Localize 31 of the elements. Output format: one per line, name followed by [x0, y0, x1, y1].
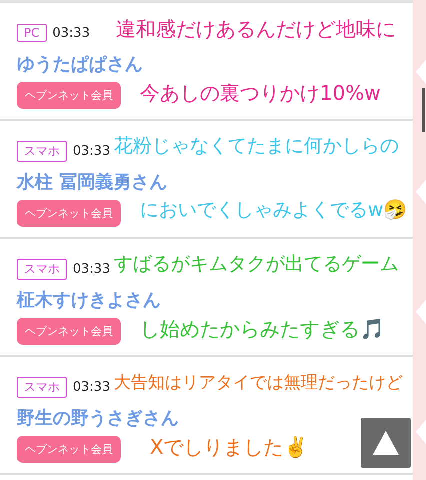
caption-text: 大告知はリアタイでは無理だったけど	[114, 373, 403, 394]
user-name[interactable]: 野生の野うさぎさん	[17, 406, 413, 430]
caption-text: Xでしりました✌	[150, 435, 309, 459]
member-button[interactable]: ヘブンネット会員	[17, 200, 121, 227]
caption-text: し始めたからみたすぎる🎵	[140, 317, 385, 341]
up-arrow-icon	[373, 431, 399, 455]
device-tag: スマホ	[17, 376, 67, 398]
notch-icon	[416, 60, 426, 84]
caption-text: すばるがキムタクが出てるゲーム	[114, 253, 399, 276]
user-name[interactable]: ゆうたぱぱさん	[17, 52, 413, 76]
member-button[interactable]: ヘブンネット会員	[17, 436, 121, 463]
post-time: 03:33	[73, 144, 110, 158]
caption-text: 花粉じゃなくてたまに何かしらの	[114, 135, 399, 158]
post-time: 03:33	[73, 262, 110, 276]
member-button[interactable]: ヘブンネット会員	[17, 82, 121, 109]
notch-icon	[416, 180, 426, 204]
member-button[interactable]: ヘブンネット会員	[17, 318, 121, 345]
scroll-top-button[interactable]	[361, 418, 411, 468]
caption-text: 違和感だけあるんだけど地味に	[116, 17, 396, 41]
device-tag: PC	[17, 24, 47, 42]
device-tag: スマホ	[17, 258, 67, 280]
post-time: 03:33	[52, 26, 90, 40]
scrollbar[interactable]	[422, 88, 425, 132]
notch-icon	[416, 420, 426, 444]
post-time: 03:33	[73, 380, 110, 394]
device-tag: スマホ	[17, 140, 67, 162]
notch-icon	[416, 300, 426, 324]
caption-text: 今あしの裏つりかけ10%w	[140, 81, 381, 105]
user-name[interactable]: 水柱 冨岡義勇さん	[17, 170, 413, 194]
user-name[interactable]: 柾木すけきよさん	[17, 288, 413, 312]
caption-text: においでくしゃみよくでるw🤧	[140, 199, 408, 222]
